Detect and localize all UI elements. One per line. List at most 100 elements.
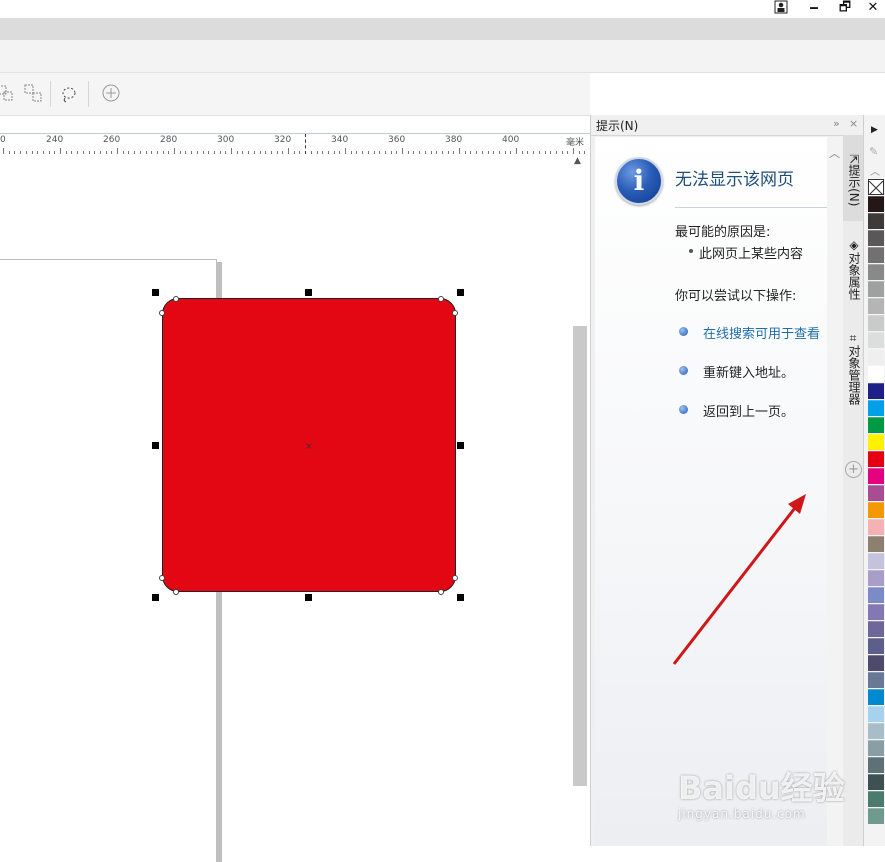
tab-object-manager[interactable]: ⌗对象管理器 <box>843 319 864 419</box>
tab-hints[interactable]: ⇱提示(N) <box>843 135 864 221</box>
minimize-button[interactable]: 🗕 <box>803 0 825 16</box>
color-swatch[interactable] <box>868 264 884 280</box>
color-swatch[interactable] <box>868 451 884 467</box>
chevron-up-icon[interactable]: ︿ <box>829 145 840 161</box>
color-swatch[interactable] <box>868 281 884 297</box>
color-swatch[interactable] <box>868 468 884 484</box>
bullet-icon <box>679 405 688 414</box>
ruler-label: 380 <box>445 135 463 145</box>
corner-node[interactable] <box>438 589 444 595</box>
docker-close-icon[interactable]: × <box>849 117 858 130</box>
color-swatch[interactable] <box>868 417 884 433</box>
no-color-swatch[interactable] <box>868 179 884 196</box>
color-swatch[interactable] <box>868 706 884 722</box>
ungroup-icon[interactable] <box>22 83 44 105</box>
watermark-logo: Baidu经验 <box>678 769 845 807</box>
annotation-arrow <box>672 494 806 665</box>
ruler-unit: 毫米 <box>565 138 584 148</box>
error-title: 无法显示该网页 <box>675 170 794 190</box>
scrollbar-thumb[interactable] <box>573 326 587 786</box>
color-swatch[interactable] <box>868 570 884 586</box>
corner-node[interactable] <box>438 296 444 302</box>
color-swatch[interactable] <box>868 621 884 637</box>
docker-expand-icon[interactable]: » <box>833 117 840 130</box>
selection-handle[interactable] <box>152 594 159 601</box>
cause-item: 此网页上某些内容 <box>699 247 804 262</box>
corner-node[interactable] <box>159 575 165 581</box>
docker-scrollbar[interactable]: ︿ <box>827 137 843 846</box>
ruler-label: 340 <box>331 135 349 145</box>
lasso-icon[interactable] <box>58 83 80 105</box>
color-swatch[interactable] <box>868 536 884 552</box>
selection-handle[interactable] <box>305 594 312 601</box>
selection-handle[interactable] <box>457 594 464 601</box>
bullet-icon <box>679 327 688 336</box>
action-link[interactable]: 在线搜索可用于查看 <box>703 323 820 342</box>
ruler-label: 280 <box>160 135 178 145</box>
vertical-scrollbar[interactable]: ▲ <box>571 154 588 846</box>
color-swatch[interactable] <box>868 366 884 382</box>
color-swatch[interactable] <box>868 298 884 314</box>
property-bar <box>0 40 885 73</box>
docker-header: 提示(N) » × <box>591 115 864 136</box>
selection-handle[interactable] <box>152 442 159 449</box>
color-swatch[interactable] <box>868 655 884 671</box>
object-manager-icon: ⌗ <box>847 333 861 345</box>
color-swatch[interactable] <box>868 349 884 365</box>
selection-handle[interactable] <box>457 289 464 296</box>
corner-node[interactable] <box>173 296 179 302</box>
color-swatch[interactable] <box>868 638 884 654</box>
drawing-canvas[interactable]: × ▲ <box>0 154 590 862</box>
color-swatch[interactable] <box>868 400 884 416</box>
selection-handle[interactable] <box>457 442 464 449</box>
ruler-cursor-marker <box>305 134 306 154</box>
color-swatch[interactable] <box>868 672 884 688</box>
color-swatch[interactable] <box>868 485 884 501</box>
color-swatch[interactable] <box>868 587 884 603</box>
color-swatch[interactable] <box>868 247 884 263</box>
color-swatch[interactable] <box>868 230 884 246</box>
center-marker-icon: × <box>305 442 313 452</box>
watermark-url: jingyan.baidu.com <box>678 807 806 821</box>
ruler-label: 320 <box>274 135 292 145</box>
tab-object-properties[interactable]: ◈对象属性 <box>843 227 864 311</box>
selection-handle[interactable] <box>305 289 312 296</box>
color-swatch[interactable] <box>868 332 884 348</box>
color-swatch[interactable] <box>868 383 884 399</box>
help-cursor-icon: ⇱ <box>847 153 861 164</box>
selection-handle[interactable] <box>152 289 159 296</box>
corner-node[interactable] <box>452 310 458 316</box>
tab-label: 对象管理器 <box>847 345 861 405</box>
action-text: 返回到上一页。 <box>703 405 795 420</box>
color-swatch[interactable] <box>868 519 884 535</box>
scroll-up-icon[interactable]: ▲ <box>574 156 581 166</box>
color-swatch[interactable] <box>868 196 884 212</box>
chevron-up-icon[interactable]: ︿ <box>870 163 880 178</box>
user-icon[interactable] <box>770 0 792 16</box>
color-swatch[interactable] <box>868 553 884 569</box>
color-swatch[interactable] <box>868 723 884 739</box>
add-docker-icon[interactable]: + <box>845 461 862 478</box>
color-swatch[interactable] <box>868 213 884 229</box>
corner-node[interactable] <box>173 589 179 595</box>
horizontal-ruler[interactable]: 0 240 260 280 300 320 340 360 380 400 毫米 <box>0 133 592 155</box>
eyedropper-icon[interactable]: ✎ <box>869 145 878 158</box>
palette-arrow-icon[interactable]: ▶ <box>871 125 878 135</box>
color-swatch[interactable] <box>868 434 884 450</box>
try-heading: 你可以尝试以下操作: <box>675 289 797 304</box>
ruler-label: 360 <box>388 135 406 145</box>
corner-node[interactable] <box>159 310 165 316</box>
maximize-button[interactable]: 🗗 <box>834 0 856 16</box>
ruler-label: 0 <box>0 135 6 145</box>
ruler-label: 240 <box>46 135 64 145</box>
color-swatch[interactable] <box>868 689 884 705</box>
group-icon[interactable] <box>0 83 16 105</box>
close-button[interactable]: ✕ <box>862 0 884 16</box>
color-swatch[interactable] <box>868 315 884 331</box>
color-swatch[interactable] <box>868 604 884 620</box>
add-icon[interactable] <box>100 83 122 105</box>
color-swatch[interactable] <box>868 502 884 518</box>
arrange-toolbar <box>0 73 590 116</box>
docker-side-tabs: ⇱提示(N) ◈对象属性 ⌗对象管理器 + <box>843 135 864 846</box>
corner-node[interactable] <box>452 575 458 581</box>
